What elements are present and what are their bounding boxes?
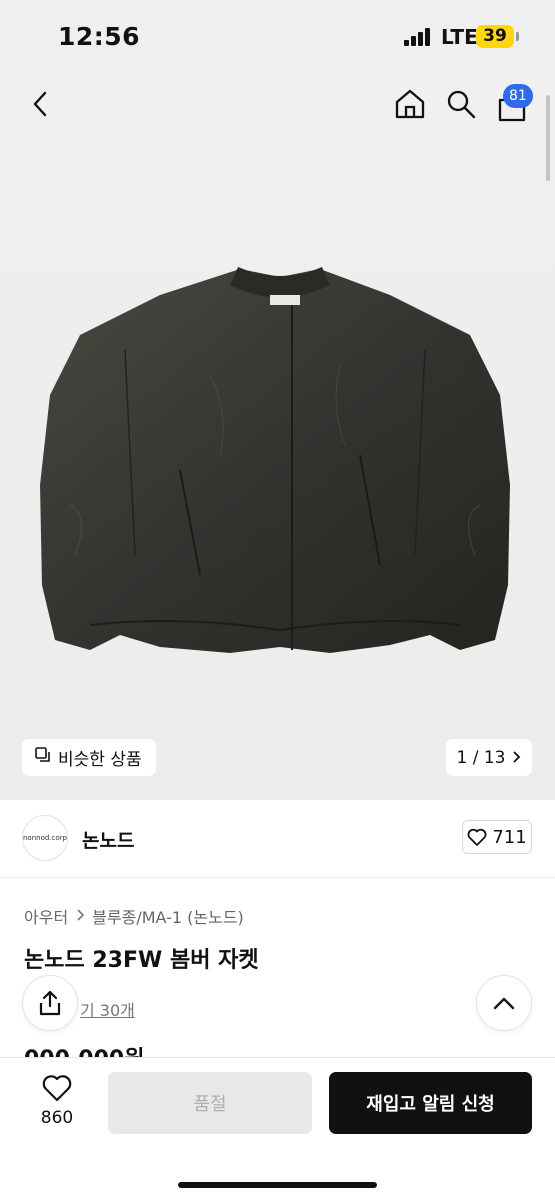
chevron-up-icon (493, 997, 515, 1010)
breadcrumb-level1[interactable]: 아우터 (24, 904, 68, 928)
status-time: 12:56 (58, 22, 141, 51)
scrollbar[interactable] (546, 95, 550, 181)
battery-tip (516, 32, 519, 41)
search-icon (447, 90, 476, 119)
battery-icon: 39 (476, 25, 514, 48)
store-like-count: 711 (492, 826, 527, 848)
cart-count-badge: 81 (503, 84, 533, 108)
signal-icon (404, 28, 434, 46)
share-button[interactable] (22, 975, 78, 1031)
reviews-link[interactable]: 기 30개 (80, 997, 135, 1021)
store-name[interactable]: 논노드 (82, 826, 134, 853)
back-button[interactable] (18, 82, 62, 126)
chevron-left-icon (33, 91, 47, 117)
similar-products-label: 비슷한 상품 (58, 750, 142, 770)
store-like-button[interactable]: 711 (462, 820, 532, 854)
store-logo[interactable]: nonnod.corp (22, 815, 68, 861)
chevron-right-icon (76, 907, 85, 925)
heart-icon (467, 828, 487, 846)
home-icon (395, 89, 425, 119)
home-button[interactable] (388, 82, 432, 126)
pager-text: 1 / 13 (456, 747, 506, 768)
breadcrumb: 아우터 블루종/MA-1 (논노드) (24, 904, 244, 928)
image-pager[interactable]: 1 / 13 (446, 739, 532, 776)
product-image (40, 267, 510, 653)
product-title: 논노드 23FW 봄버 자켓 (24, 948, 259, 973)
similar-products-button[interactable]: 비슷한 상품 (22, 739, 156, 776)
chevron-right-icon (511, 748, 521, 768)
search-button[interactable] (439, 82, 483, 126)
similar-icon (34, 746, 52, 769)
soldout-button: 품절 (108, 1072, 312, 1134)
heart-icon (42, 1075, 72, 1102)
scroll-top-button[interactable] (476, 975, 532, 1031)
share-icon (39, 990, 61, 1016)
product-price: 000,000원 (24, 1045, 144, 1057)
restock-alert-button[interactable]: 재입고 알림 신청 (329, 1072, 532, 1134)
wish-button[interactable]: 860 (28, 1074, 86, 1128)
status-bar: 12:56 LTE 39 (0, 0, 555, 70)
wish-count: 860 (40, 1108, 74, 1128)
home-indicator[interactable] (178, 1182, 377, 1188)
product-price-text: 000,000원 (24, 1045, 144, 1057)
breadcrumb-level2[interactable]: 블루종/MA-1 (논노드) (92, 904, 244, 928)
network-label: LTE (441, 25, 478, 49)
